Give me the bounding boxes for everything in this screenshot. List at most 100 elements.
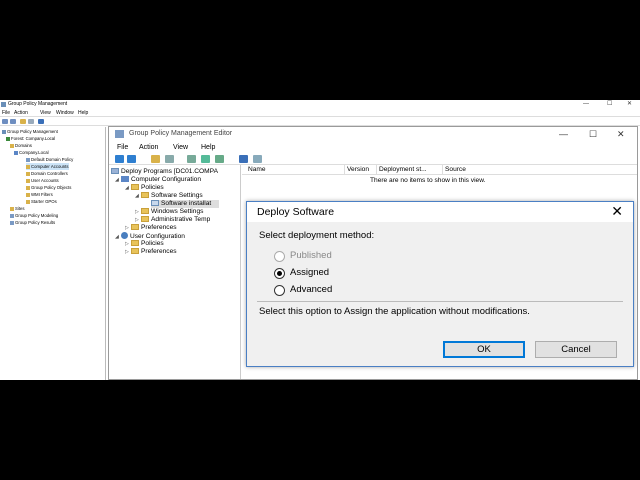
close-icon[interactable]: ✕	[617, 127, 625, 141]
tree-item-wmi-filters[interactable]: WMI Filters	[26, 191, 53, 198]
folder-icon	[10, 206, 14, 211]
tree-item-software-installation[interactable]: Software installat	[151, 200, 220, 208]
gpmc-app-icon	[1, 102, 6, 107]
tree-item-user-preferences[interactable]: ▷ Preferences	[125, 248, 177, 256]
close-icon[interactable]: ✕	[611, 203, 623, 220]
editor-app-icon	[115, 130, 124, 138]
folder-icon[interactable]	[20, 119, 26, 124]
tree-item-computer-accounts[interactable]: Computer Accounts	[26, 163, 69, 170]
domain-icon	[14, 150, 18, 155]
radio-selected-icon[interactable]	[274, 268, 285, 279]
tree-item-computer-preferences[interactable]: ▷ Preferences	[125, 224, 177, 232]
tree-item-gp-results[interactable]: Group Policy Results	[10, 219, 55, 226]
folder-icon	[10, 143, 14, 148]
folder-icon	[131, 248, 139, 254]
tree-item-user-accounts[interactable]: User Accounts	[26, 177, 59, 184]
tree-item-starter-gpos[interactable]: Starter GPOs	[26, 198, 57, 205]
cancel-button[interactable]: Cancel	[535, 341, 617, 358]
properties-icon[interactable]	[215, 155, 224, 163]
back-icon[interactable]	[115, 155, 124, 163]
gpo-icon	[111, 168, 119, 174]
tree-item-computer-configuration[interactable]: ◢ Computer Configuration	[115, 176, 201, 184]
tree-item-user-configuration[interactable]: ◢ User Configuration	[115, 232, 185, 240]
tree-item-company-local[interactable]: Company.Local	[14, 149, 49, 156]
back-icon[interactable]	[2, 119, 8, 124]
tree-item-computer-policies[interactable]: ◢ Policies	[125, 184, 164, 192]
editor-titlebar: Group Policy Management Editor — ☐ ✕	[109, 127, 637, 141]
minimize-icon[interactable]: —	[583, 100, 589, 109]
tree-item-gp-modeling[interactable]: Group Policy Modeling	[10, 212, 58, 219]
forward-icon[interactable]	[127, 155, 136, 163]
folder-icon	[141, 216, 149, 222]
dialog-title: Deploy Software	[257, 206, 335, 218]
console-icon[interactable]	[253, 155, 262, 163]
folder-icon	[131, 224, 139, 230]
folder-icon	[141, 192, 149, 198]
refresh-icon[interactable]	[187, 155, 196, 163]
tree-item-gpm[interactable]: Group Policy Management	[2, 128, 58, 135]
dialog-divider	[257, 301, 623, 302]
folder-icon	[26, 185, 30, 190]
editor-menu-view[interactable]: View	[173, 142, 188, 153]
forest-icon	[6, 136, 10, 141]
show-hide-tree-icon[interactable]	[165, 155, 174, 163]
forward-icon[interactable]	[10, 119, 16, 124]
outer-menu-file[interactable]: File	[2, 109, 10, 117]
column-name[interactable]: Name	[246, 165, 266, 175]
ou-folder-icon	[26, 164, 30, 169]
column-deployment-state[interactable]: Deployment st...	[376, 165, 427, 175]
tree-item-administrative-templates[interactable]: ▷ Administrative Temp	[135, 216, 210, 224]
tree-item-group-policy-objects[interactable]: Group Policy Objects	[26, 184, 71, 191]
help-icon[interactable]	[38, 119, 44, 124]
list-header: Name Version Deployment st... Source	[242, 165, 637, 175]
software-package-icon	[151, 200, 159, 206]
tree-item-user-policies[interactable]: ▷ Policies	[125, 240, 164, 248]
close-icon[interactable]: ✕	[627, 100, 632, 109]
editor-menu-help[interactable]: Help	[201, 142, 215, 153]
outer-titlebar: Group Policy Management — ☐ ✕	[0, 100, 640, 109]
tree-item-windows-settings[interactable]: ▷ Windows Settings	[135, 208, 203, 216]
minimize-icon[interactable]: —	[559, 127, 568, 141]
outer-toolbar	[0, 117, 640, 126]
properties-icon[interactable]	[28, 119, 34, 124]
outer-menu-window[interactable]: Window	[56, 109, 74, 117]
deploy-software-dialog: Deploy Software ✕ Select deployment meth…	[246, 201, 634, 367]
empty-list-message: There are no items to show in this view.	[370, 177, 486, 184]
maximize-icon[interactable]: ☐	[607, 100, 612, 109]
tree-item-default-domain-policy[interactable]: Default Domain Policy	[26, 156, 73, 163]
column-version[interactable]: Version	[344, 165, 369, 175]
maximize-icon[interactable]: ☐	[589, 127, 597, 141]
editor-navigation-tree: Deploy Programs [DC01.COMPA ◢ Computer Co…	[109, 165, 241, 379]
tree-item-domain-controllers[interactable]: Domain Controllers	[26, 170, 68, 177]
editor-menu-action[interactable]: Action	[139, 142, 158, 153]
ok-button[interactable]: OK	[443, 341, 525, 358]
editor-menu-file[interactable]: File	[117, 142, 128, 153]
deployment-method-label: Select deployment method:	[259, 230, 375, 241]
tree-item-software-settings[interactable]: ◢ Software Settings	[135, 192, 203, 200]
modeling-icon	[10, 213, 14, 218]
outer-window-title: Group Policy Management	[8, 101, 68, 107]
tree-item-domains[interactable]: Domains	[10, 142, 32, 149]
user-icon	[121, 232, 128, 239]
folder-icon	[141, 208, 149, 214]
tree-item-sites[interactable]: Sites	[10, 205, 25, 212]
outer-menu-action[interactable]: Action	[14, 109, 28, 117]
folder-icon	[131, 240, 139, 246]
gpo-link-icon	[26, 157, 30, 162]
radio-circle-icon	[274, 251, 285, 262]
up-folder-icon[interactable]	[151, 155, 160, 163]
outer-menubar: File Action View Window Help	[0, 109, 640, 117]
help-icon[interactable]	[239, 155, 248, 163]
ou-folder-icon	[26, 178, 30, 183]
outer-menu-view[interactable]: View	[40, 109, 51, 117]
gpm-icon	[2, 129, 6, 134]
results-icon	[10, 220, 14, 225]
folder-icon	[26, 199, 30, 204]
outer-menu-help[interactable]: Help	[78, 109, 88, 117]
tree-item-forest[interactable]: Forest: Company.Local	[6, 135, 55, 142]
export-icon[interactable]	[201, 155, 210, 163]
radio-circle-icon[interactable]	[274, 285, 285, 296]
tree-item-deploy-programs[interactable]: Deploy Programs [DC01.COMPA	[111, 168, 218, 176]
editor-menubar: File Action View Help	[109, 142, 637, 153]
column-source[interactable]: Source	[442, 165, 466, 175]
